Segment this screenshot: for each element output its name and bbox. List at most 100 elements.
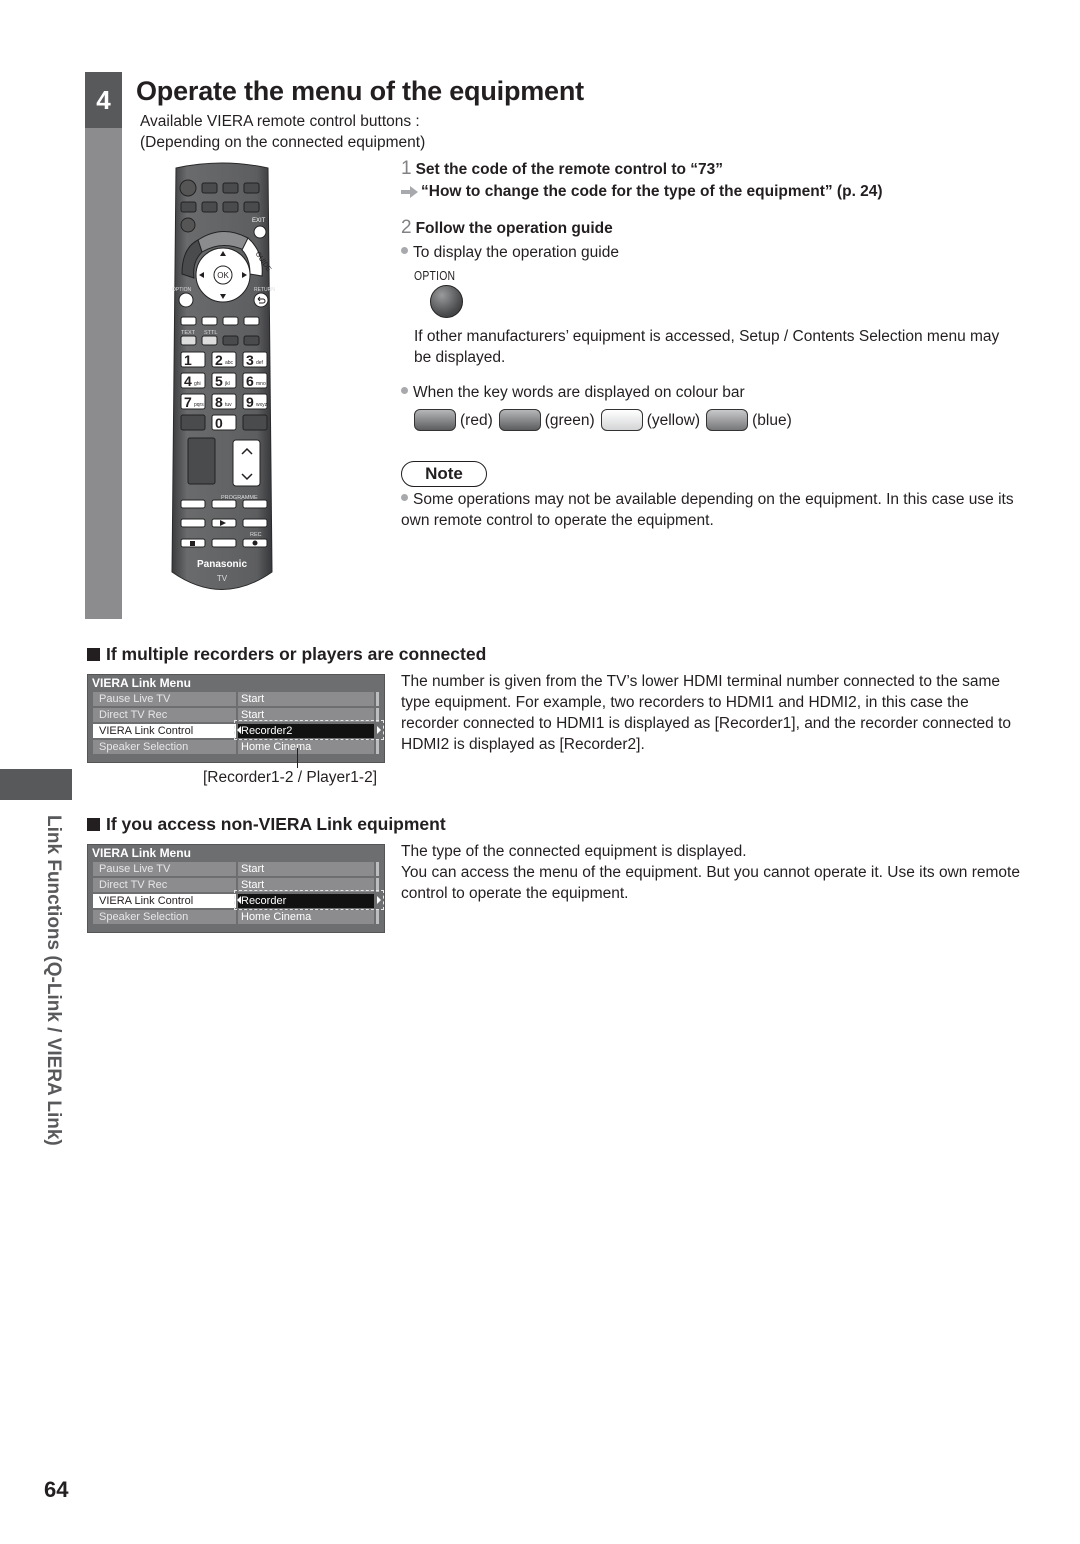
menu-row[interactable]: Speaker Selection Home Cinema (93, 910, 379, 924)
blue-key-icon (706, 409, 749, 431)
note-text-body: Some operations may not be available dep… (401, 491, 1014, 529)
menu-row-label: Speaker Selection (93, 910, 236, 924)
other-manufacturers-note: If other manufacturers’ equipment is acc… (414, 328, 1000, 366)
bullet-colour-bar-text: When the key words are displayed on colo… (413, 384, 745, 401)
option-button-label: OPTION (414, 268, 456, 283)
viera-link-menu-non-viera: VIERA Link Menu Pause Live TV Start Direct… (87, 844, 385, 933)
menu-row-scroll-indicator (376, 692, 379, 706)
arrow-right-icon[interactable] (377, 726, 381, 734)
section-heading-non-viera: If you access non-VIERA Link equipment (87, 814, 446, 835)
number-key-letters: tuv (225, 402, 232, 408)
viera-link-menu-multiple: VIERA Link Menu Pause Live TV Start Direct… (87, 674, 385, 763)
menu-title: VIERA Link Menu (92, 846, 191, 860)
menu-row-label: VIERA Link Control (93, 894, 236, 908)
number-key-digit: 2 (215, 352, 223, 368)
step-1-reference-link[interactable]: “How to change the code for the type of … (421, 183, 883, 201)
bullet-display-guide-text: To display the operation guide (413, 244, 619, 261)
menu-row-label: Direct TV Rec (93, 708, 236, 722)
arrow-right-icon (401, 186, 418, 198)
section-heading-text: If multiple recorders or players are con… (106, 644, 487, 664)
number-key-8: 8 tuv (211, 393, 237, 410)
number-key-7: 7 pqrs (180, 393, 206, 410)
dpad: OK (195, 247, 251, 303)
menu-row-label: Direct TV Rec (93, 878, 236, 892)
blue-key-label: (blue) (752, 411, 792, 429)
return-button (253, 292, 269, 308)
text-label: TEXT (181, 330, 196, 336)
number-key-digit: 9 (246, 394, 254, 410)
bullet-display-guide: To display the operation guide (401, 242, 619, 263)
arrow-right-icon[interactable] (377, 896, 381, 904)
number-key-digit: 5 (215, 373, 223, 389)
number-key-digit: 8 (215, 394, 223, 410)
number-key-letters: wxyz (256, 402, 268, 408)
chapter-side-label: Link Functions (Q-Link / VIERA Link) (30, 815, 70, 1146)
menu-row[interactable]: VIERA Link Control Recorder (93, 890, 384, 910)
step-sidebar-bar (85, 72, 122, 619)
menu-row-scroll-indicator (376, 740, 379, 754)
step-1-reference: “How to change the code for the type of … (401, 183, 883, 201)
rec-label: REC (250, 532, 262, 538)
square-bullet-icon (87, 818, 100, 831)
menu-row-value: Home Cinema (238, 740, 374, 754)
option-button-icon (430, 285, 463, 318)
number-key-letters: jkl (224, 381, 230, 387)
red-key-label: (red) (460, 411, 493, 429)
step-2-title: Follow the operation guide (415, 220, 613, 237)
menu-row-label: VIERA Link Control (93, 724, 236, 738)
step-1-title: Set the code of the remote control to “7… (415, 161, 724, 178)
green-key-label: (green) (544, 411, 595, 429)
chapter-side-label-text: Link Functions (Q-Link / VIERA Link) (43, 815, 64, 1146)
return-label: RETURN (254, 287, 275, 293)
step-number-badge: 4 (85, 72, 122, 128)
number-key-letters: pqrs (194, 402, 204, 408)
menu-row-label: Pause Live TV (93, 862, 236, 876)
menu-row-scroll-indicator (376, 910, 379, 924)
exit-button (253, 225, 267, 239)
menu-row-label: Pause Live TV (93, 692, 236, 706)
number-key-0: 0 (211, 414, 237, 431)
note-text: Some operations may not be available dep… (401, 489, 1021, 531)
bullet-colour-bar: When the key words are displayed on colo… (401, 382, 745, 403)
number-key-letters: ghi (194, 381, 201, 387)
number-key-2: 2 abc (211, 351, 237, 368)
menu-title: VIERA Link Menu (92, 676, 191, 690)
number-key-digit: 7 (184, 394, 192, 410)
callout-line (297, 748, 298, 768)
intro-line-1: Available VIERA remote control buttons : (140, 113, 420, 130)
section-heading-text: If you access non-VIERA Link equipment (106, 814, 446, 834)
intro-line-2: (Depending on the connected equipment) (140, 134, 426, 151)
non-viera-description-line-2: You can access the menu of the equipment… (401, 864, 1020, 902)
menu-row[interactable]: Speaker Selection Home Cinema (93, 740, 379, 754)
menu-row[interactable]: Pause Live TV Start (93, 862, 379, 876)
number-key-6: 6 mno (242, 372, 268, 389)
ok-label: OK (217, 271, 229, 280)
menu-row[interactable]: Pause Live TV Start (93, 692, 379, 706)
non-viera-description-line-1: The type of the connected equipment is d… (401, 843, 747, 860)
exit-label: EXIT (252, 218, 266, 224)
number-key-4: 4 ghi (180, 372, 206, 389)
number-key-digit: 0 (215, 415, 223, 431)
square-bullet-icon (87, 648, 100, 661)
remote-control-illustration: EXIT GUIDE OK OPTION RETURN TEXT STTL 12… (171, 162, 275, 590)
arrow-left-icon[interactable] (237, 726, 241, 734)
step-2-number: 2 (401, 217, 412, 238)
number-key-5: 5 jkl (211, 372, 237, 389)
arrow-left-icon[interactable] (237, 896, 241, 904)
number-key-digit: 6 (246, 373, 254, 389)
option-label-remote: OPTION (172, 287, 192, 293)
menu-row[interactable]: VIERA Link Control Recorder2 (93, 720, 384, 740)
menu-row-scroll-indicator (376, 862, 379, 876)
bullet-icon (401, 494, 408, 502)
callout-label: [Recorder1-2 / Player1-2] (203, 769, 378, 786)
section-heading-multiple-recorders: If multiple recorders or players are con… (87, 644, 486, 665)
number-key-9: 9 wxyz (242, 393, 268, 410)
brand-logo: Panasonic (197, 559, 247, 570)
colour-keys-row: (red) (green) (yellow) (blue) (414, 409, 794, 431)
menu-row-value: Home Cinema (238, 910, 374, 924)
selection-highlight-box (234, 890, 384, 910)
yellow-key-icon (600, 409, 643, 431)
instruction-step-1: 1 Set the code of the remote control to … (401, 158, 723, 180)
number-key-letters: abc (225, 360, 234, 366)
red-key-icon (414, 409, 456, 431)
